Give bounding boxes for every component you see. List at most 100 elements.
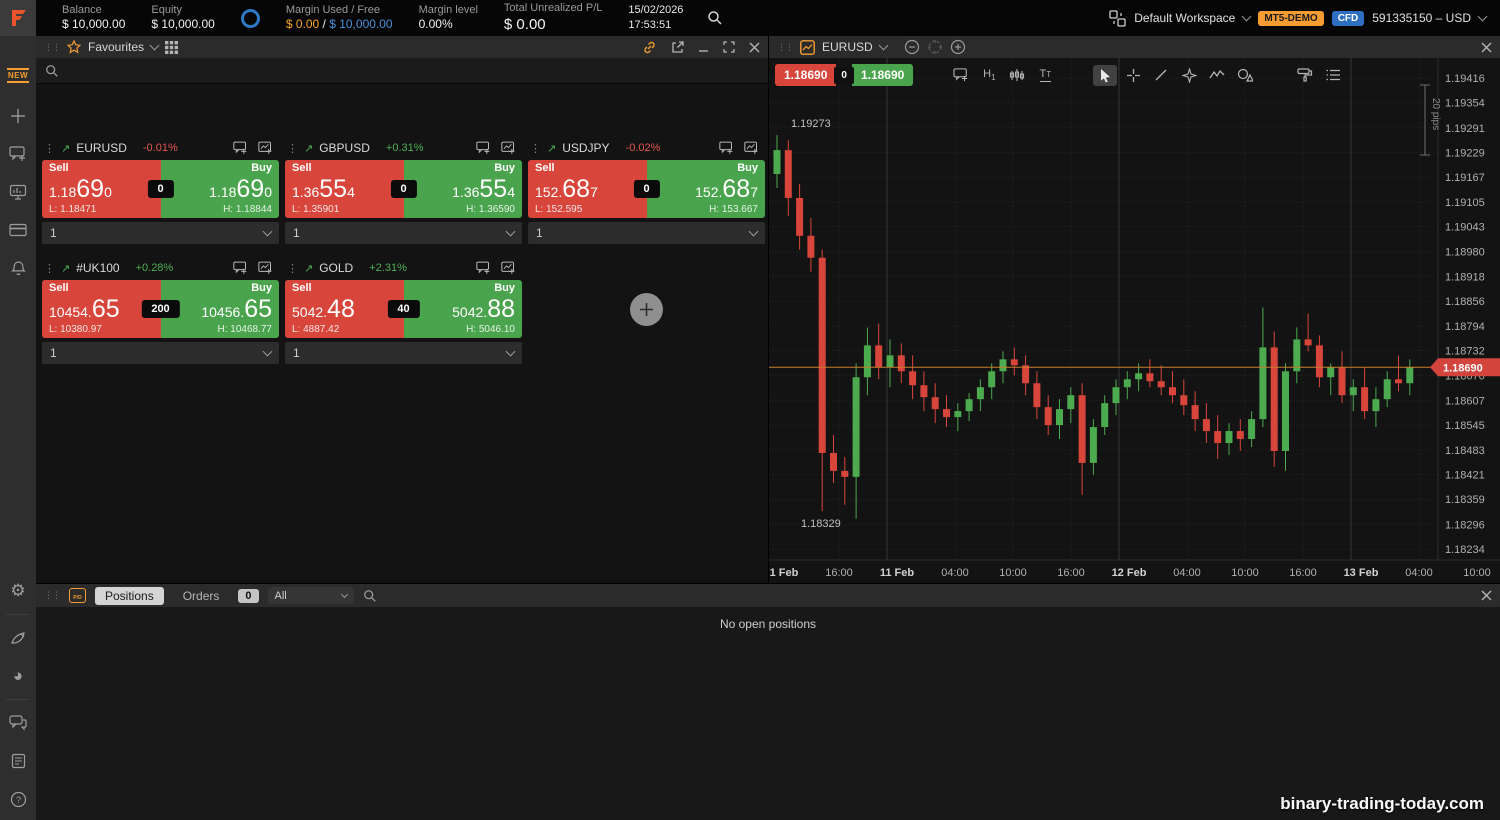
instrument-card: ⋮↗EURUSD-0.01%Sell1.18690L: 1.18471Buy1.… xyxy=(42,136,279,244)
positions-filter-dropdown[interactable]: All xyxy=(268,587,354,604)
open-chart-icon[interactable] xyxy=(501,261,516,275)
chart-symbol-selector[interactable]: EURUSD xyxy=(822,40,873,54)
chart-style-button[interactable] xyxy=(1005,65,1029,86)
autoscroll-button[interactable] xyxy=(927,39,943,55)
chart-sell-button[interactable]: 1.18690 xyxy=(775,64,836,86)
open-chart-icon[interactable] xyxy=(258,141,273,155)
theme-toggle-button[interactable]: ◕ xyxy=(0,657,36,695)
workspace-selector[interactable]: Default Workspace xyxy=(1134,11,1235,25)
drag-handle-icon[interactable]: ⋮⋮ xyxy=(777,43,793,52)
detach-panel-button[interactable] xyxy=(671,41,684,54)
card-symbol[interactable]: #UK100 xyxy=(76,261,119,275)
zoom-in-button[interactable] xyxy=(950,39,966,55)
close-panel-button[interactable] xyxy=(1481,42,1492,53)
copy-trading-button[interactable] xyxy=(0,619,36,657)
minimize-panel-button[interactable] xyxy=(698,42,709,53)
add-instrument-button[interactable] xyxy=(630,293,663,326)
card-symbol[interactable]: GBPUSD xyxy=(319,141,370,155)
card-symbol[interactable]: USDJPY xyxy=(562,141,609,155)
card-change-percent: -0.02% xyxy=(626,142,661,154)
global-search-button[interactable] xyxy=(707,10,723,26)
buy-price: 152.687 xyxy=(654,177,759,202)
search-icon[interactable] xyxy=(363,589,377,603)
workspace-chevron-icon[interactable] xyxy=(1242,12,1252,22)
chart-symbol-chevron-icon[interactable] xyxy=(878,41,888,51)
account-selector[interactable]: 591335150 – USD xyxy=(1372,11,1471,25)
candlestick-chart[interactable]: 1.194161.193541.192911.192291.191671.191… xyxy=(769,58,1500,583)
grid-view-icon[interactable] xyxy=(165,41,178,54)
quantity-select[interactable]: 1 xyxy=(42,342,279,364)
svg-text:10:00: 10:00 xyxy=(999,567,1027,579)
chart-type-badge-icon[interactable] xyxy=(800,40,815,55)
market-watch-button[interactable] xyxy=(0,173,36,211)
symbol-search-input[interactable] xyxy=(36,58,768,84)
tab-positions[interactable]: Positions xyxy=(95,587,164,605)
chat-button[interactable] xyxy=(0,704,36,742)
new-feature-badge[interactable]: NEW xyxy=(7,68,29,83)
card-menu-icon[interactable]: ⋮ xyxy=(287,142,298,155)
shapes-button[interactable] xyxy=(1233,65,1257,86)
favourites-title[interactable]: Favourites xyxy=(88,40,144,54)
positions-panel: ⋮⋮ P/O Positions Orders 0 All No open po… xyxy=(36,584,1500,820)
new-order-icon[interactable] xyxy=(233,261,248,275)
pointer-tool-button[interactable] xyxy=(1093,65,1117,86)
card-symbol[interactable]: GOLD xyxy=(319,261,353,275)
tab-orders[interactable]: Orders xyxy=(173,587,230,605)
quick-order-button[interactable] xyxy=(949,65,973,86)
buy-button[interactable]: Buy1.36554H: 1.36590 xyxy=(404,160,523,218)
sell-button[interactable]: Sell1.18690L: 1.18471 xyxy=(42,160,161,218)
sell-button[interactable]: Sell5042.48L: 4887.42 xyxy=(285,280,404,338)
new-order-icon[interactable] xyxy=(719,141,734,155)
card-menu-icon[interactable]: ⋮ xyxy=(44,142,55,155)
open-chart-icon[interactable] xyxy=(258,261,273,275)
open-chart-icon[interactable] xyxy=(744,141,759,155)
payments-button[interactable] xyxy=(0,211,36,249)
crosshair-tool-button[interactable] xyxy=(1121,65,1145,86)
timeframe-button[interactable]: H1 xyxy=(977,65,1001,86)
zoom-out-button[interactable] xyxy=(904,39,920,55)
app-logo[interactable] xyxy=(0,0,36,36)
new-order-icon[interactable] xyxy=(476,261,491,275)
news-button[interactable] xyxy=(0,742,36,780)
new-order-icon[interactable] xyxy=(476,141,491,155)
chart-buy-button[interactable]: 1.18690 xyxy=(852,64,913,86)
chart-canvas[interactable]: 1.18690 0 1.18690 H1 xyxy=(769,58,1500,583)
quantity-select[interactable]: 1 xyxy=(285,342,522,364)
buy-button[interactable]: Buy152.687H: 153.667 xyxy=(647,160,766,218)
close-panel-button[interactable] xyxy=(749,42,760,53)
trendline-tool-button[interactable] xyxy=(1149,65,1173,86)
add-panel-button[interactable] xyxy=(0,97,36,135)
workspace-switch-icon[interactable] xyxy=(1109,10,1126,27)
chart-appearance-button[interactable] xyxy=(1293,65,1317,86)
quantity-select[interactable]: 1 xyxy=(285,222,522,244)
new-order-icon[interactable] xyxy=(233,141,248,155)
settings-button[interactable]: ⚙ xyxy=(0,572,36,610)
favourites-chevron-icon[interactable] xyxy=(150,41,160,51)
card-menu-icon[interactable]: ⋮ xyxy=(44,262,55,275)
indicators-button[interactable] xyxy=(1205,65,1229,86)
sell-button[interactable]: Sell152.687L: 152.595 xyxy=(528,160,647,218)
new-order-button[interactable] xyxy=(0,135,36,173)
account-chevron-icon[interactable] xyxy=(1478,12,1488,22)
quantity-select[interactable]: 1 xyxy=(528,222,765,244)
svg-text:1.18918: 1.18918 xyxy=(1445,271,1485,283)
quantity-select[interactable]: 1 xyxy=(42,222,279,244)
drawing-tools-button[interactable] xyxy=(1177,65,1201,86)
buy-button[interactable]: Buy5042.88H: 5046.10 xyxy=(404,280,523,338)
link-panel-button[interactable] xyxy=(642,40,657,55)
help-button[interactable]: ? xyxy=(0,780,36,818)
maximize-panel-button[interactable] xyxy=(723,41,735,53)
card-menu-icon[interactable]: ⋮ xyxy=(287,262,298,275)
close-panel-button[interactable] xyxy=(1481,590,1492,601)
card-symbol[interactable]: EURUSD xyxy=(76,141,127,155)
open-chart-icon[interactable] xyxy=(501,141,516,155)
object-list-button[interactable] xyxy=(1321,65,1345,86)
notifications-button[interactable] xyxy=(0,249,36,287)
sell-button[interactable]: Sell1.36554L: 1.35901 xyxy=(285,160,404,218)
indicator-wave-icon xyxy=(1209,69,1225,81)
drag-handle-icon[interactable]: ⋮⋮ xyxy=(44,43,60,52)
card-menu-icon[interactable]: ⋮ xyxy=(530,142,541,155)
drag-handle-icon[interactable]: ⋮⋮ xyxy=(44,591,60,600)
text-size-button[interactable]: TT xyxy=(1033,65,1057,86)
buy-button[interactable]: Buy1.18690H: 1.18844 xyxy=(161,160,280,218)
